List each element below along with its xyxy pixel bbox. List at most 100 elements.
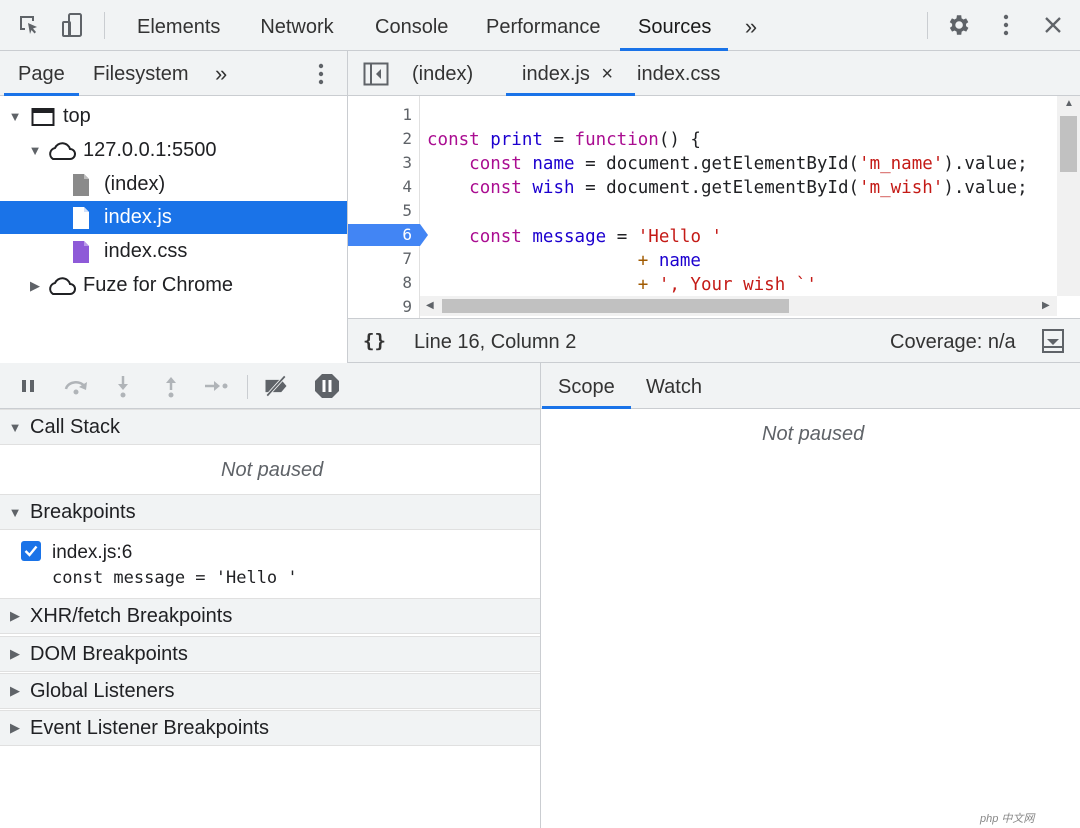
section-dom-breakpoints[interactable]: ▶ DOM Breakpoints bbox=[0, 636, 540, 672]
device-toolbar-icon[interactable] bbox=[58, 10, 88, 40]
code-line[interactable]: const print = function() { bbox=[427, 128, 701, 152]
pause-on-exceptions-icon[interactable] bbox=[313, 373, 341, 399]
collapsed-triangle-icon[interactable]: ▶ bbox=[8, 646, 22, 662]
tree-item-label: index.css bbox=[104, 240, 188, 262]
coverage-status: Coverage: n/a bbox=[890, 331, 1016, 353]
tab-performance[interactable]: Performance bbox=[486, 0, 601, 50]
editor-status-bar: {} Line 16, Column 2 Coverage: n/a bbox=[348, 318, 1080, 363]
section-xhr-breakpoints[interactable]: ▶ XHR/fetch Breakpoints bbox=[0, 598, 540, 634]
expanded-triangle-icon[interactable]: ▼ bbox=[8, 420, 22, 435]
section-title: DOM Breakpoints bbox=[30, 642, 188, 665]
drawer-toggle-icon[interactable] bbox=[1042, 329, 1064, 359]
tab-sources[interactable]: Sources bbox=[620, 0, 728, 51]
expanded-triangle-icon[interactable]: ▼ bbox=[8, 505, 22, 520]
editor-tab-index-js[interactable]: index.js × bbox=[505, 51, 636, 96]
expanded-triangle-icon[interactable]: ▼ bbox=[8, 109, 22, 124]
tree-item-label: top bbox=[63, 105, 91, 127]
scroll-up-arrow-icon[interactable]: ▲ bbox=[1064, 98, 1074, 109]
more-options-icon[interactable] bbox=[991, 10, 1021, 40]
editor-tab-index-css[interactable]: index.css bbox=[637, 51, 720, 95]
settings-icon[interactable] bbox=[943, 10, 973, 40]
section-call-stack[interactable]: ▼ Call Stack bbox=[0, 409, 540, 445]
section-title: XHR/fetch Breakpoints bbox=[30, 604, 233, 627]
tab-elements[interactable]: Elements bbox=[137, 0, 220, 50]
breakpoint-code: const message = 'Hello ' bbox=[52, 568, 298, 588]
scope-empty-message: Not paused bbox=[762, 423, 865, 445]
pretty-print-icon[interactable]: {} bbox=[363, 330, 386, 352]
tab-network[interactable]: Network bbox=[259, 0, 335, 50]
editor-tabs: (index) index.js × index.css bbox=[348, 51, 1080, 96]
inspect-icon[interactable] bbox=[14, 10, 44, 40]
horizontal-scroll-thumb[interactable] bbox=[442, 299, 789, 313]
watermark-text: php 中文网 bbox=[980, 813, 1035, 825]
line-number[interactable]: 9 bbox=[348, 295, 412, 318]
tree-item-index[interactable]: (index) bbox=[0, 168, 347, 201]
collapsed-triangle-icon[interactable]: ▶ bbox=[8, 683, 22, 699]
section-breakpoints[interactable]: ▼ Breakpoints bbox=[0, 494, 540, 530]
tab-filesystem[interactable]: Filesystem bbox=[93, 51, 189, 95]
toggle-navigator-icon[interactable] bbox=[361, 59, 391, 89]
tree-item-index-js[interactable]: index.js bbox=[0, 201, 347, 234]
close-icon[interactable] bbox=[1038, 10, 1068, 40]
tab-watch[interactable]: Watch bbox=[646, 363, 702, 408]
collapsed-triangle-icon[interactable]: ▶ bbox=[28, 278, 42, 294]
breakpoint-checkbox[interactable] bbox=[21, 541, 41, 561]
collapsed-triangle-icon[interactable]: ▶ bbox=[8, 608, 22, 624]
editor-tab-index[interactable]: (index) bbox=[412, 51, 473, 95]
close-tab-icon[interactable]: × bbox=[601, 63, 613, 85]
breakpoint-entry[interactable]: index.js:6 const message = 'Hello ' bbox=[0, 530, 540, 598]
line-number[interactable]: 3 bbox=[348, 151, 412, 175]
navigator-menu-icon[interactable] bbox=[306, 59, 336, 89]
more-navigator-icon[interactable]: » bbox=[215, 51, 227, 95]
line-number[interactable]: 2 bbox=[348, 127, 412, 151]
tree-item-index-css[interactable]: index.css bbox=[0, 235, 347, 268]
code-line[interactable]: + ', Your wish `' bbox=[427, 273, 817, 297]
scroll-left-arrow-icon[interactable]: ◀ bbox=[426, 300, 434, 311]
scope-tabs: Scope Watch bbox=[541, 363, 1080, 409]
line-gutter[interactable]: 1 2 3 4 5 6 7 8 9 bbox=[348, 96, 428, 318]
step-icon[interactable] bbox=[202, 373, 230, 399]
line-number-breakpoint[interactable]: 6 bbox=[348, 223, 412, 247]
deactivate-breakpoints-icon[interactable] bbox=[262, 373, 290, 399]
tree-item-top[interactable]: ▼ top bbox=[0, 100, 347, 133]
line-number[interactable]: 8 bbox=[348, 271, 412, 295]
script-file-icon bbox=[72, 206, 90, 230]
frame-icon bbox=[31, 107, 55, 127]
stylesheet-file-icon bbox=[72, 240, 90, 264]
line-number[interactable]: 7 bbox=[348, 247, 412, 271]
pause-icon[interactable] bbox=[14, 373, 42, 399]
file-tree: ▼ top ▼ 127.0.0.1:5500 (index) index.js … bbox=[0, 96, 347, 362]
expanded-triangle-icon[interactable]: ▼ bbox=[28, 143, 42, 158]
section-global-listeners[interactable]: ▶ Global Listeners bbox=[0, 673, 540, 709]
main-toolbar: Elements Network Console Performance Sou… bbox=[0, 0, 1080, 51]
step-into-icon[interactable] bbox=[109, 373, 137, 399]
tree-item-fuze[interactable]: ▶ Fuze for Chrome bbox=[0, 269, 347, 302]
scroll-right-arrow-icon[interactable]: ▶ bbox=[1042, 300, 1050, 311]
collapsed-triangle-icon[interactable]: ▶ bbox=[8, 720, 22, 736]
cursor-position: Line 16, Column 2 bbox=[414, 331, 577, 353]
more-tabs-icon[interactable]: » bbox=[740, 0, 762, 50]
line-number[interactable]: 1 bbox=[348, 103, 412, 127]
step-over-icon[interactable] bbox=[62, 373, 90, 399]
section-title: Call Stack bbox=[30, 415, 121, 438]
tree-item-host[interactable]: ▼ 127.0.0.1:5500 bbox=[0, 134, 347, 167]
line-number[interactable]: 5 bbox=[348, 199, 412, 223]
section-event-listener-breakpoints[interactable]: ▶ Event Listener Breakpoints bbox=[0, 710, 540, 746]
tab-scope[interactable]: Scope bbox=[542, 363, 631, 409]
line-number[interactable]: 4 bbox=[348, 175, 412, 199]
code-line[interactable]: const wish = document.getElementById('m_… bbox=[427, 176, 1027, 200]
tree-item-label: 127.0.0.1:5500 bbox=[83, 139, 217, 161]
breakpoint-location: index.js:6 bbox=[52, 542, 133, 563]
document-icon bbox=[72, 173, 90, 197]
horizontal-scrollbar[interactable]: ◀ ▶ bbox=[420, 296, 1057, 316]
code-line[interactable]: const message = 'Hello ' bbox=[427, 225, 722, 249]
vertical-scrollbar[interactable]: ▲ bbox=[1057, 96, 1080, 296]
code-line[interactable]: + name bbox=[427, 249, 701, 273]
tab-page[interactable]: Page bbox=[4, 51, 79, 96]
code-editor[interactable]: 1 2 3 4 5 6 7 8 9 const print = function… bbox=[348, 96, 1080, 318]
code-line[interactable]: const name = document.getElementById('m_… bbox=[427, 152, 1027, 176]
tree-item-label: index.js bbox=[104, 206, 172, 228]
vertical-scroll-thumb[interactable] bbox=[1060, 116, 1077, 172]
tab-console[interactable]: Console bbox=[375, 0, 448, 50]
step-out-icon[interactable] bbox=[157, 373, 185, 399]
